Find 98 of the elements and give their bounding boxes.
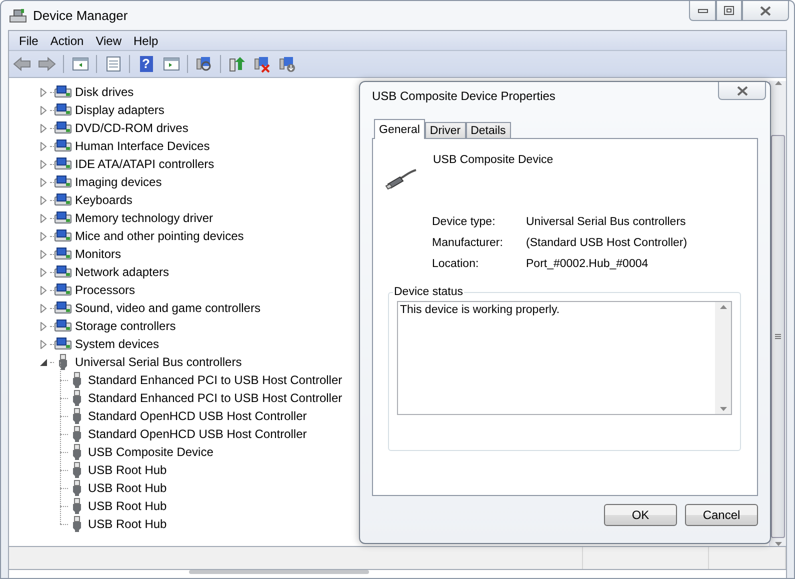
usb-plug-icon [72,372,82,388]
minimize-icon [698,8,708,12]
usb-plug-icon [72,480,82,496]
tree-item[interactable]: USB Root Hub [85,481,167,495]
tree-item[interactable]: Imaging devices [72,175,162,189]
device-icon [54,318,72,334]
grip-icon [775,334,781,340]
usb-plug-icon [58,354,68,370]
panel-icon [162,55,180,73]
tree-item[interactable]: USB Root Hub [85,463,167,477]
tree-item[interactable]: Standard Enhanced PCI to USB Host Controller [85,391,342,405]
toolbar-button[interactable]: ? [135,53,157,75]
device-icon [54,228,72,244]
disable-device-icon [278,55,296,73]
close-button[interactable] [718,82,766,100]
uninstall-icon [253,55,271,73]
device-icon [54,246,72,262]
scroll-thumb[interactable] [771,135,785,538]
menu-item[interactable]: File [13,34,44,48]
usb-plug-icon [72,516,82,532]
tree-item[interactable]: IDE ATA/ATAPI controllers [72,157,214,171]
tree-item[interactable]: Keyboards [72,193,132,207]
tree-item[interactable]: Processors [72,283,136,297]
tree-item[interactable]: Mice and other pointing devices [72,229,244,243]
tab[interactable]: Driver [424,122,466,139]
tree-item[interactable]: USB Composite Device [85,445,214,459]
tree-item[interactable]: Monitors [72,247,122,261]
tree-item[interactable]: Standard OpenHCD USB Host Controller [85,427,307,441]
minimize-button[interactable] [689,1,716,21]
tab[interactable]: Details [466,122,511,139]
device-icon [54,264,72,280]
tree-item[interactable]: USB Root Hub [85,517,167,531]
dialog-button[interactable]: OK [604,504,677,526]
device-icon [54,156,72,172]
device-icon [54,282,72,298]
tab[interactable]: General [374,119,425,139]
scroll-up-icon [720,305,726,309]
window-title: Device Manager [33,8,128,23]
tree-item[interactable]: DVD/CD-ROM drives [72,121,188,135]
restore-button[interactable] [716,1,742,21]
tree-item[interactable]: Display adapters [72,103,164,117]
property-value: (Standard USB Host Controller) [526,237,688,249]
restore-icon [724,6,734,15]
group-title: Device status [393,286,464,298]
close-button[interactable] [742,1,789,21]
device-icon [54,336,72,352]
forward-arrow-icon [38,55,56,73]
usb-plug-icon [72,498,82,514]
device-icon [54,102,72,118]
dialog-button[interactable]: Cancel [685,504,758,526]
menu-item[interactable]: Action [44,34,90,48]
back-arrow-icon [13,55,31,73]
property-value: Universal Serial Bus controllers [526,216,687,228]
tree-item[interactable]: Standard Enhanced PCI to USB Host Controller [85,373,342,387]
device-icon [54,300,72,316]
tree-item[interactable]: USB Root Hub [85,499,167,513]
scan-hardware-icon [195,55,213,73]
menu-item[interactable]: Help [128,34,164,48]
device-icon [54,120,72,136]
tree-item[interactable]: Sound, video and game controllers [72,301,260,315]
tree-item[interactable]: Storage controllers [72,319,176,333]
device-icon [54,84,72,100]
usb-plug-icon [72,426,82,442]
update-driver-icon [228,55,246,73]
panel-icon [71,55,89,73]
tree-item[interactable]: Human Interface Devices [72,139,210,153]
expander-icon[interactable] [39,358,48,366]
property-label: Device type: [432,216,496,228]
usb-plug-icon [72,462,82,478]
device-icon [54,138,72,154]
close-icon [760,6,771,16]
tree-item[interactable]: Universal Serial Bus controllers [72,355,242,369]
tree-item[interactable]: Disk drives [72,85,134,99]
tree-item[interactable]: Memory technology driver [72,211,214,225]
property-label: Location: [432,258,480,270]
device-icon [54,210,72,226]
property-value: Port_#0002.Hub_#0004 [526,258,650,270]
device-name: USB Composite Device [433,154,554,168]
properties-icon [104,55,122,73]
dialog-title: USB Composite Device Properties [372,89,556,103]
usb-plug-icon [72,408,82,424]
scroll-up-icon [774,81,782,85]
tree-item[interactable]: Standard OpenHCD USB Host Controller [85,409,307,423]
device-icon [54,174,72,190]
device-icon [54,192,72,208]
property-label: Manufacturer: [432,237,504,249]
scroll-down-icon [720,407,726,411]
help-icon: ? [140,56,152,72]
usb-cable-icon [385,168,417,190]
tree-item[interactable]: System devices [72,337,160,351]
horizontal-scroll-thumb[interactable] [189,570,369,574]
status-text-box[interactable]: This device is working properly. [397,301,732,415]
device-manager-icon [9,8,27,24]
close-icon [736,86,748,96]
usb-plug-icon [72,444,82,460]
tree-item[interactable]: Network adapters [72,265,170,279]
usb-plug-icon [72,390,82,406]
menu-item[interactable]: View [90,34,128,48]
